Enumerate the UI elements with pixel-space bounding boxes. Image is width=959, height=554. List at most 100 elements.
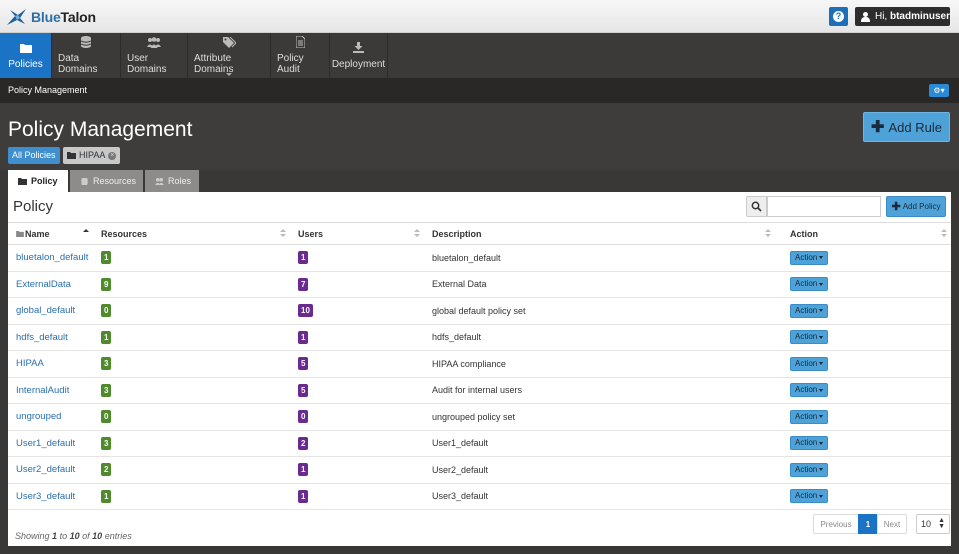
column-header-name[interactable]: Name bbox=[8, 222, 93, 245]
column-header-action[interactable]: Action bbox=[775, 222, 951, 245]
cell-description: global default policy set bbox=[424, 297, 775, 325]
action-dropdown-button[interactable]: Action bbox=[790, 409, 829, 424]
action-dropdown-button[interactable]: Action bbox=[790, 250, 829, 265]
table-row: ungrouped 0 0 ungrouped policy set Action bbox=[8, 403, 951, 431]
nav-item-deployment[interactable]: Deployment bbox=[330, 33, 388, 78]
resources-count-badge: 1 bbox=[101, 330, 112, 344]
caret-down-icon bbox=[819, 388, 824, 392]
column-header-description-label: Description bbox=[432, 228, 482, 239]
caret-down-icon bbox=[819, 468, 824, 472]
add-policy-button[interactable]: ✚ Add Policy bbox=[886, 196, 946, 217]
nav-item-user-domains[interactable]: User Domains bbox=[121, 33, 188, 78]
resources-count-badge: 3 bbox=[101, 357, 112, 371]
table-row: User1_default 3 2 User1_default Action bbox=[8, 430, 951, 457]
cell-action: Action bbox=[775, 324, 951, 351]
to-label: to bbox=[59, 531, 68, 541]
action-dropdown-button[interactable]: Action bbox=[790, 462, 829, 477]
tab-resources[interactable]: Resources bbox=[70, 170, 143, 192]
cell-users: 1 bbox=[290, 244, 424, 272]
cell-action: Action bbox=[775, 403, 951, 431]
remove-filter-icon[interactable]: × bbox=[108, 151, 117, 160]
tab-roles[interactable]: Roles bbox=[145, 170, 199, 192]
policy-link[interactable]: ungrouped bbox=[16, 411, 61, 422]
folder-icon bbox=[19, 42, 33, 54]
users-count-badge: 1 bbox=[298, 489, 309, 503]
search-button[interactable] bbox=[746, 196, 767, 217]
previous-page-button[interactable]: Previous bbox=[813, 514, 859, 534]
users-count-badge: 1 bbox=[298, 463, 309, 477]
resources-count-badge: 0 bbox=[101, 304, 112, 318]
cell-action: Action bbox=[775, 297, 951, 325]
settings-dropdown-button[interactable]: ⚙▾ bbox=[929, 84, 949, 97]
cell-description: External Data bbox=[424, 271, 775, 298]
table-body: bluetalon_default 1 1 bluetalon_default Acti… bbox=[8, 244, 951, 510]
folder-icon bbox=[16, 230, 24, 237]
policy-link[interactable]: User1_default bbox=[16, 438, 75, 449]
column-header-resources[interactable]: Resources bbox=[93, 222, 290, 245]
policy-link[interactable]: InternalAudit bbox=[16, 385, 69, 396]
cell-action: Action bbox=[775, 430, 951, 457]
action-dropdown-button[interactable]: Action bbox=[790, 436, 829, 451]
page-1-button[interactable]: 1 bbox=[858, 514, 878, 534]
plus-icon: ✚ bbox=[891, 201, 901, 213]
tab-policy[interactable]: Policy bbox=[8, 170, 68, 192]
cell-description: User1_default bbox=[424, 430, 775, 457]
resources-count-badge: 1 bbox=[101, 489, 112, 503]
column-header-users[interactable]: Users bbox=[290, 222, 424, 245]
showing-to: 10 bbox=[69, 531, 80, 541]
policy-link[interactable]: User2_default bbox=[16, 464, 75, 475]
action-dropdown-button[interactable]: Action bbox=[790, 277, 829, 292]
user-icon bbox=[861, 11, 870, 22]
caret-down-icon bbox=[819, 441, 824, 445]
breadcrumb-hipaa[interactable]: HIPAA × bbox=[63, 147, 121, 164]
help-button[interactable]: ? bbox=[829, 7, 848, 26]
cell-name: InternalAudit bbox=[8, 377, 93, 404]
policy-link[interactable]: HIPAA bbox=[16, 358, 44, 369]
action-dropdown-button[interactable]: Action bbox=[790, 330, 829, 345]
policy-link[interactable]: bluetalon_default bbox=[16, 252, 88, 263]
nav-item-policy-audit[interactable]: Policy Audit bbox=[271, 33, 330, 78]
breadcrumb-all-policies[interactable]: All Policies bbox=[8, 147, 60, 164]
tags-icon bbox=[222, 36, 236, 48]
showing-total: 10 bbox=[92, 531, 103, 541]
policy-link[interactable]: hdfs_default bbox=[16, 332, 68, 343]
cell-resources: 3 bbox=[93, 350, 290, 378]
nav-label-policy-audit: Policy Audit bbox=[277, 53, 304, 75]
user-name: btadminuser bbox=[889, 11, 950, 22]
next-page-button[interactable]: Next bbox=[877, 514, 907, 534]
sort-ascending-icon bbox=[83, 229, 89, 239]
download-icon bbox=[352, 42, 366, 54]
table-row: InternalAudit 3 5 Audit for internal users A… bbox=[8, 377, 951, 404]
add-rule-button[interactable]: ✚ Add Rule bbox=[863, 112, 950, 142]
plus-icon: ✚ bbox=[871, 119, 885, 136]
search-input[interactable] bbox=[767, 196, 881, 217]
column-header-description[interactable]: Description bbox=[424, 222, 775, 245]
select-arrows-icon: ▲ ▼ bbox=[938, 517, 945, 530]
caret-down-icon bbox=[819, 494, 824, 498]
help-icon: ? bbox=[833, 11, 844, 22]
entries-label: entries bbox=[104, 531, 132, 541]
resources-count-badge: 2 bbox=[101, 463, 112, 477]
caret-down-icon bbox=[819, 256, 824, 260]
policy-link[interactable]: ExternalData bbox=[16, 279, 71, 290]
nav-item-attribute-domains[interactable]: Attribute Domains bbox=[188, 33, 271, 78]
nav-item-data-domains[interactable]: Data Domains bbox=[52, 33, 121, 78]
pagination: Previous 1 Next bbox=[813, 514, 907, 534]
page-size-select[interactable]: 10 ▲ ▼ bbox=[916, 514, 950, 534]
policy-link[interactable]: User3_default bbox=[16, 491, 75, 502]
caret-down-icon bbox=[819, 335, 824, 339]
table-header-row: Name Resources Users Description Action bbox=[8, 222, 951, 245]
action-label: Action bbox=[795, 252, 818, 262]
action-dropdown-button[interactable]: Action bbox=[790, 489, 829, 504]
bluetalon-logo[interactable]: BlueTalon bbox=[6, 7, 96, 27]
action-dropdown-button[interactable]: Action bbox=[790, 356, 829, 371]
caret-down-icon bbox=[819, 282, 824, 286]
users-count-badge: 1 bbox=[298, 330, 309, 344]
table-info: Showing 1 to 10 of 10 entries bbox=[15, 531, 132, 541]
user-menu-button[interactable]: Hi, btadminuser bbox=[855, 7, 950, 26]
action-dropdown-button[interactable]: Action bbox=[790, 383, 829, 398]
policy-link[interactable]: global_default bbox=[16, 305, 75, 316]
tab-bar: Policy Resources Roles bbox=[0, 170, 959, 192]
action-dropdown-button[interactable]: Action bbox=[790, 303, 829, 318]
nav-item-policies[interactable]: Policies bbox=[0, 33, 52, 78]
